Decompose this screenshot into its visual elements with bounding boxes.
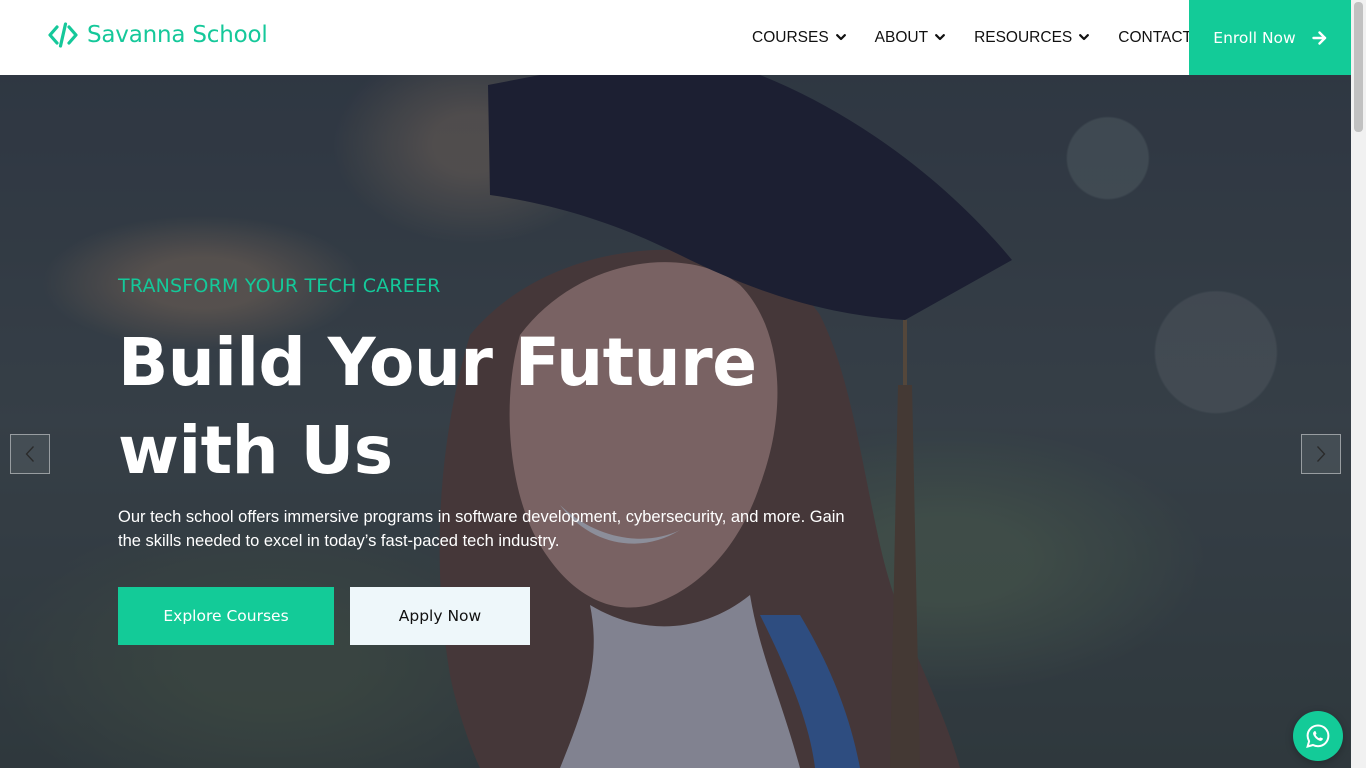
hero-content: TRANSFORM YOUR TECH CAREER Build Your Fu… bbox=[118, 275, 878, 645]
nav-item-resources[interactable]: RESOURCES bbox=[974, 28, 1090, 47]
site-header: Savanna School COURSES ABOUT RESOURCES C… bbox=[0, 0, 1351, 75]
nav-item-label: COURSES bbox=[752, 28, 829, 46]
slider-prev-button[interactable] bbox=[10, 434, 50, 474]
nav-item-courses[interactable]: COURSES bbox=[752, 29, 846, 47]
nav-item-label: RESOURCES bbox=[974, 28, 1073, 46]
apply-now-button[interactable]: Apply Now bbox=[350, 587, 530, 645]
scrollbar-thumb[interactable] bbox=[1354, 2, 1363, 132]
hero-slider: TRANSFORM YOUR TECH CAREER Build Your Fu… bbox=[0, 75, 1351, 768]
enroll-now-label: Enroll Now bbox=[1213, 28, 1296, 47]
chevron-down-icon bbox=[1079, 34, 1090, 41]
code-brackets-icon bbox=[48, 22, 78, 48]
chevron-left-icon bbox=[25, 446, 34, 462]
hero-headline: Build Your Future with Us bbox=[118, 324, 757, 489]
nav-item-label: ABOUT bbox=[874, 28, 929, 46]
nav-item-label: CONTACT bbox=[1118, 28, 1193, 46]
hero-eyebrow: TRANSFORM YOUR TECH CAREER bbox=[118, 275, 441, 297]
hero-description: Our tech school offers immersive program… bbox=[118, 508, 845, 550]
slider-next-button[interactable] bbox=[1301, 434, 1341, 474]
arrow-right-icon bbox=[1312, 30, 1326, 45]
nav-item-contact[interactable]: CONTACT bbox=[1118, 29, 1192, 47]
chevron-right-icon bbox=[1317, 446, 1326, 462]
chevron-down-icon bbox=[935, 34, 945, 41]
whatsapp-button[interactable] bbox=[1293, 711, 1343, 761]
hero-cta-row: Explore Courses Apply Now bbox=[118, 587, 878, 645]
whatsapp-icon bbox=[1306, 724, 1330, 748]
page-scrollbar[interactable] bbox=[1351, 0, 1366, 768]
brand-logo[interactable]: Savanna School bbox=[48, 22, 268, 48]
brand-name: Savanna School bbox=[87, 22, 268, 48]
chevron-down-icon bbox=[835, 34, 846, 41]
explore-courses-button[interactable]: Explore Courses bbox=[118, 587, 334, 645]
main-nav: COURSES ABOUT RESOURCES CONTACT bbox=[752, 0, 1192, 75]
enroll-now-button[interactable]: Enroll Now bbox=[1189, 0, 1351, 75]
nav-item-about[interactable]: ABOUT bbox=[875, 29, 945, 47]
